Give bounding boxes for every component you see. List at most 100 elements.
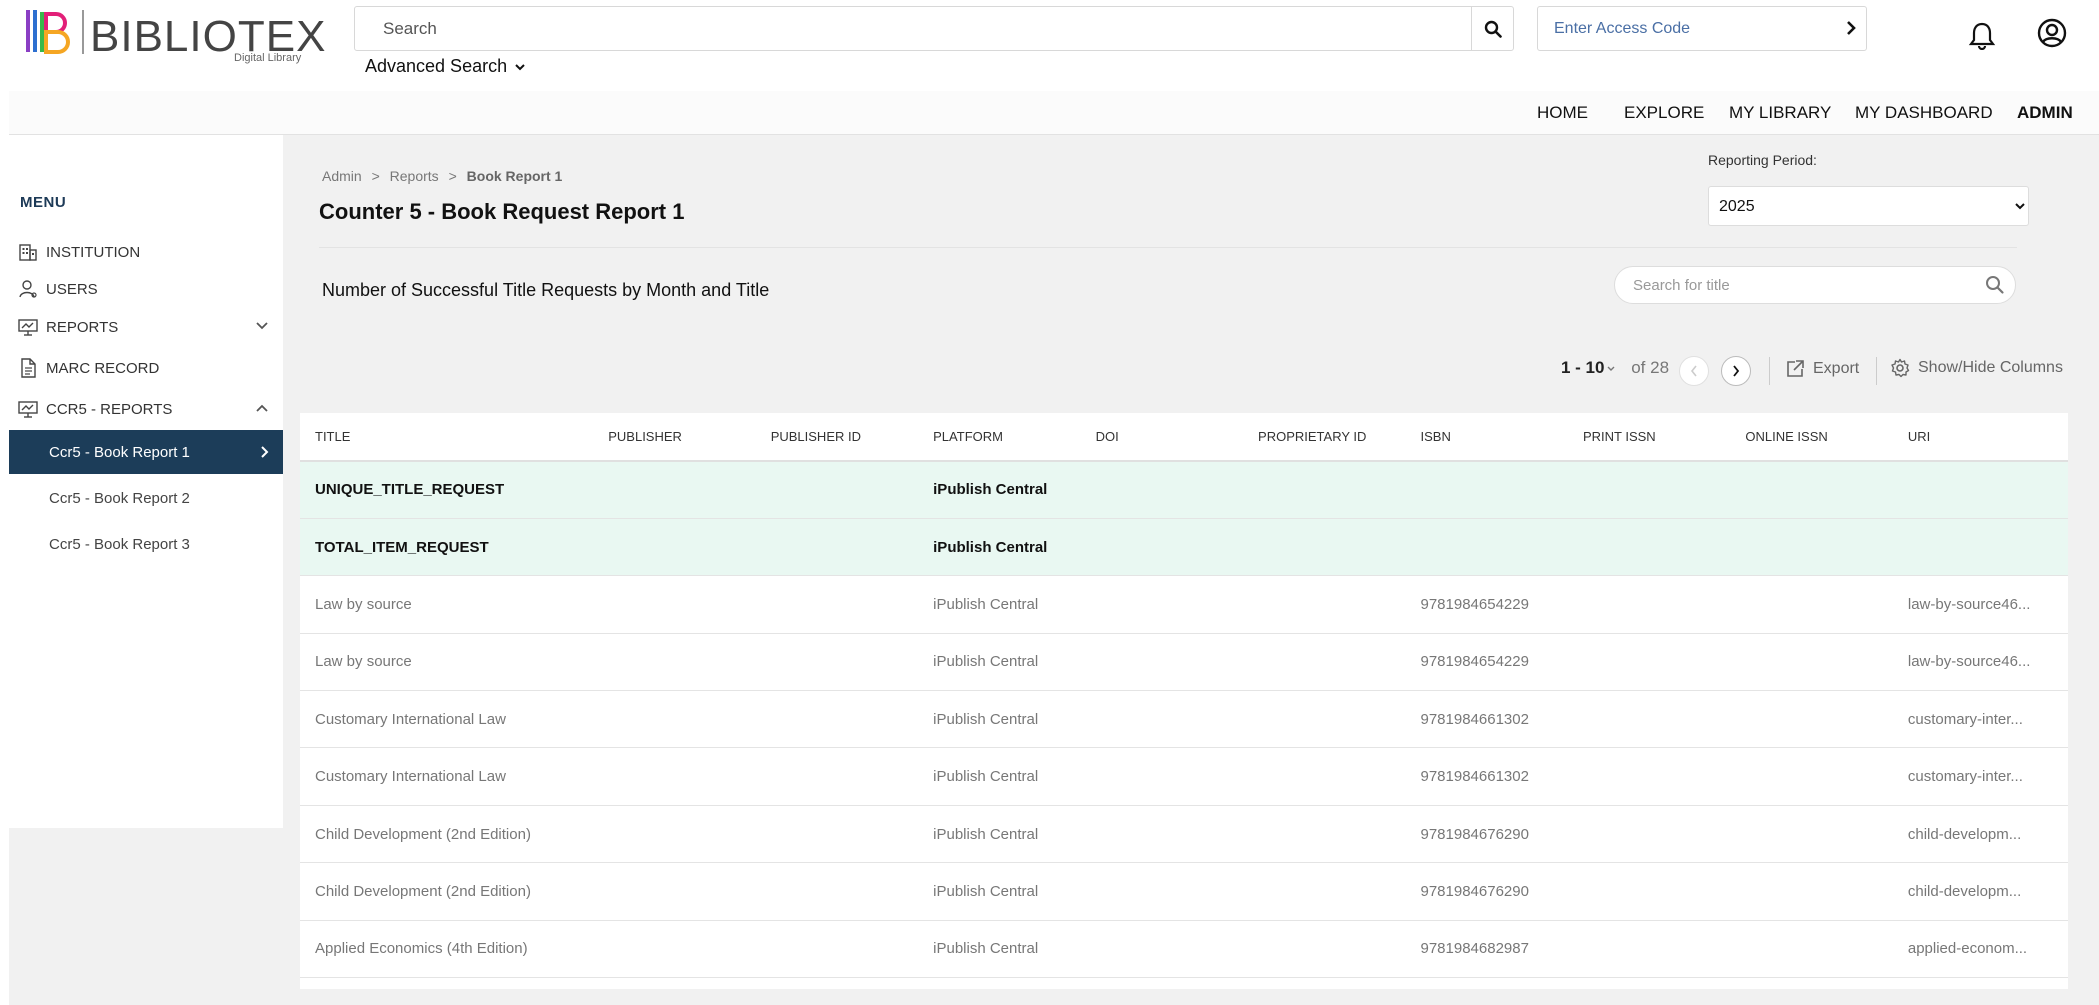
table-cell [755,920,919,979]
sidebar-item-reports[interactable]: REPORTS [9,308,283,346]
top-navigation: HOME EXPLORE MY LIBRARY MY DASHBOARD ADM… [9,91,2099,135]
nav-explore[interactable]: EXPLORE [1624,103,1704,123]
table-cell: UNIQ [2055,862,2068,921]
breadcrumb: Admin > Reports > Book Report 1 [322,168,562,184]
table-cell [593,633,756,692]
column-header[interactable]: PUBLISHER [593,413,756,462]
pagination-info: 1 - 10 of 28 [1561,358,1669,378]
table-cell [1243,920,1406,979]
search-button[interactable] [1471,7,1513,50]
column-header[interactable]: PUBLISHER ID [755,413,919,462]
table-row[interactable]: Customary International Law iPublish Cent… [300,747,2068,806]
table-cell: TOTAL_ITEM_REQUEST [300,518,594,577]
chevron-right-icon [1733,365,1740,377]
column-header[interactable]: DOI [1080,413,1244,462]
table-cell [755,518,919,577]
chevron-left-icon [1690,365,1697,377]
table-row[interactable]: Customary International Law iPublish Cent… [300,690,2068,749]
column-header[interactable]: PLATFORM [918,413,1081,462]
nav-my-library[interactable]: MY LIBRARY [1729,103,1831,123]
table-cell [1243,461,1406,519]
table-cell [1567,747,1731,806]
table-cell [593,518,756,577]
summary-row[interactable]: TOTAL_ITEM_REQUEST iPublish Central TOTA [300,518,2068,577]
bell-icon [1968,22,1996,51]
column-header[interactable]: ISBN [1405,413,1568,462]
show-hide-columns-button[interactable]: Show/Hide Columns [1890,358,2063,378]
building-icon [19,244,37,261]
table-cell: 9781984654229 [1405,575,1568,634]
chevron-up-icon [256,404,268,412]
table-cell [1080,633,1244,692]
table-cell: customary-inter... [1892,747,2056,806]
breadcrumb-reports[interactable]: Reports [390,168,439,184]
table-row[interactable]: Child Development (2nd Edition) iPublish … [300,862,2068,921]
table-cell [755,690,919,749]
table-row[interactable]: Law by source iPublish Central 97819846542… [300,575,2068,634]
sidebar-item-users[interactable]: USERS [9,270,283,308]
table-cell [1243,518,1406,577]
advanced-search-toggle[interactable]: Advanced Search [365,56,526,77]
table-row[interactable]: Child Development (2nd Edition) iPublish … [300,805,2068,864]
report-table-container[interactable]: TITLE PUBLISHER PUBLISHER ID PLATFORM DOI PRO… [300,413,2068,989]
table-cell: TOTA [2055,747,2068,806]
nav-home[interactable]: HOME [1537,103,1588,123]
title-search-input[interactable] [1615,267,1975,303]
user-account-button[interactable] [2037,18,2067,53]
chevron-right-icon [1847,21,1856,35]
summary-row[interactable]: UNIQUE_TITLE_REQUEST iPublish Central UNIQ [300,461,2068,519]
column-header[interactable]: TITLE [300,413,594,462]
table-cell [593,690,756,749]
table-cell: iPublish Central [918,862,1081,921]
column-header[interactable]: PRINT ISSN [1567,413,1731,462]
breadcrumb-current: Book Report 1 [466,168,563,184]
column-header[interactable]: URI [1892,413,2056,462]
access-code-input[interactable] [1538,7,1828,50]
table-cell: TOTA [2055,518,2068,577]
next-page-button[interactable] [1721,356,1751,386]
table-cell: TOTA [2055,575,2068,634]
notifications-button[interactable] [1968,20,1996,55]
report-subtitle: Number of Successful Title Requests by M… [322,280,770,300]
reporting-period-select[interactable]: 2025 [1708,186,2029,226]
column-header[interactable]: ONLINE ISSN [1730,413,1893,462]
table-cell: iPublish Central [918,575,1081,634]
sidebar-subitem-book-report-3[interactable]: Ccr5 - Book Report 3 [9,522,283,566]
table-cell: UNIQ [2055,461,2068,519]
sidebar-subitem-label: Ccr5 - Book Report 2 [49,489,190,507]
table-row[interactable]: Applied Economics (4th Edition) iPublish … [300,920,2068,979]
table-cell [755,461,919,519]
table-cell [1080,805,1244,864]
table-cell: iPublish Central [918,461,1081,519]
table-cell [1567,461,1731,519]
menu-title: MENU [20,194,67,211]
nav-my-dashboard[interactable]: MY DASHBOARD [1855,103,1993,123]
sidebar-subitem-book-report-1[interactable]: Ccr5 - Book Report 1 [9,430,283,474]
search-input[interactable] [355,7,1473,50]
table-cell [1567,575,1731,634]
table-cell: iPublish Central [918,920,1081,979]
bibliotex-logo[interactable]: BIBLIOTEX Digital Library [24,6,325,66]
table-cell: Customary International Law [300,690,594,749]
sidebar-item-ccr5-reports[interactable]: CCR5 - REPORTS [9,390,283,428]
search-icon[interactable] [1985,275,2005,295]
column-header[interactable]: PROPRIETARY ID [1243,413,1406,462]
table-row[interactable]: Law by source iPublish Central 97819846542… [300,633,2068,692]
sidebar-subitem-book-report-2[interactable]: Ccr5 - Book Report 2 [9,476,283,520]
sidebar-item-institution[interactable]: INSTITUTION [9,233,283,271]
nav-admin[interactable]: ADMIN [2017,103,2073,123]
table-cell [1567,805,1731,864]
sidebar-item-marc-record[interactable]: MARC RECORD [9,349,283,387]
table-cell: customary-inter... [1892,690,2056,749]
column-header[interactable]: METRI [2055,413,2068,462]
table-cell: TOTA [2055,920,2068,979]
chevron-down-icon [256,322,268,330]
previous-page-button[interactable] [1679,356,1709,386]
export-button[interactable]: Export [1785,359,1859,379]
access-code-submit-button[interactable] [1844,19,1858,42]
gear-icon [1891,358,1910,378]
sidebar-footer-area [9,828,283,1005]
table-cell [1730,920,1893,979]
page-range-select[interactable]: 1 - 10 [1561,358,1604,377]
breadcrumb-admin[interactable]: Admin [322,168,362,184]
